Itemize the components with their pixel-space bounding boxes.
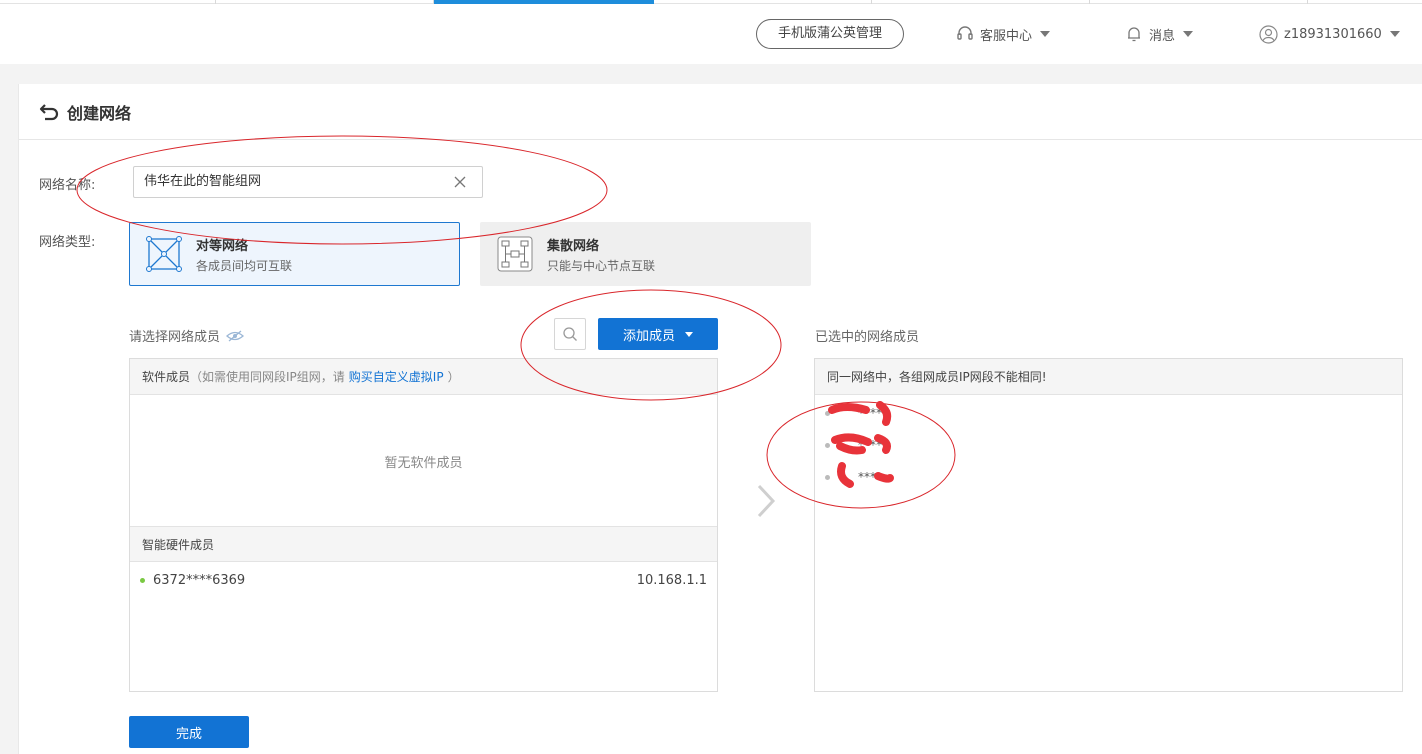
search-icon	[563, 327, 577, 341]
network-type-mesh-option[interactable]: 对等网络 各成员间均可互联	[129, 222, 460, 286]
online-status-dot	[140, 577, 145, 583]
back-arrow-icon[interactable]	[39, 102, 61, 122]
chevron-down-icon	[685, 331, 693, 337]
selected-member-id: ****0	[858, 406, 890, 420]
done-button[interactable]: 完成	[129, 716, 249, 748]
member-status-dot	[825, 410, 830, 416]
member-status-dot	[825, 442, 830, 448]
selected-member-row[interactable]: ****	[825, 467, 882, 487]
user-menu[interactable]: z18931301660	[1259, 23, 1400, 45]
search-button[interactable]	[554, 318, 586, 350]
top-header: 手机版蒲公英管理 客服中心 消息 z18931301660	[0, 4, 1422, 64]
panel-header: 创建网络	[19, 84, 1422, 140]
add-member-label: 添加成员	[622, 328, 675, 344]
available-members-box: 软件成员 （如需使用同网段IP组网，请 购买自定义虚拟IP ） 暂无软件成员 智…	[129, 358, 718, 692]
hardware-member-row[interactable]: 6372****6369 10.168.1.1	[130, 569, 717, 591]
software-members-header: 软件成员 （如需使用同网段IP组网，请 购买自定义虚拟IP ）	[130, 359, 717, 395]
mobile-admin-button[interactable]: 手机版蒲公英管理	[756, 19, 904, 49]
mesh-option-title: 对等网络	[196, 238, 249, 254]
support-center-menu[interactable]: 客服中心	[956, 23, 1051, 45]
hub-option-title: 集散网络	[547, 238, 600, 254]
selected-member-row[interactable]: ****0	[825, 403, 890, 423]
chevron-down-icon	[1389, 31, 1400, 37]
hardware-member-ip: 10.168.1.1	[636, 572, 707, 588]
hardware-member-id: 6372****6369	[153, 572, 246, 588]
software-members-empty: 暂无软件成员	[384, 455, 463, 471]
network-name-value: 伟华在此的智能组网	[144, 174, 262, 189]
software-members-title: 软件成员	[142, 370, 191, 384]
chevron-down-icon	[1183, 31, 1194, 37]
selected-member-row[interactable]: ****0	[825, 435, 890, 455]
member-status-dot	[825, 474, 830, 480]
eye-hidden-icon[interactable]	[226, 330, 245, 342]
chevron-down-icon	[1040, 31, 1051, 37]
hub-option-desc: 只能与中心节点互联	[547, 258, 656, 273]
selected-members-box: 同一网络中，各组网成员IP网段不能相同! ****0 ****0 ****	[814, 358, 1403, 692]
messages-label: 消息	[1149, 28, 1176, 44]
user-avatar-icon	[1259, 24, 1278, 44]
create-network-panel: 创建网络 网络名称: 伟华在此的智能组网 网络类型: 对等网络 各成员间均可互联	[18, 84, 1422, 754]
clear-icon[interactable]	[454, 176, 466, 188]
add-member-button[interactable]: 添加成员	[598, 318, 718, 350]
network-type-label: 网络类型:	[39, 235, 96, 250]
support-center-label: 客服中心	[980, 28, 1033, 44]
selected-member-id: ****0	[858, 438, 890, 452]
network-name-input[interactable]: 伟华在此的智能组网	[133, 166, 483, 198]
buy-virtual-ip-link[interactable]: 购买自定义虚拟IP	[349, 368, 444, 385]
chevron-right-icon	[757, 484, 776, 518]
software-members-note-prefix: （如需使用同网段IP组网，请	[190, 370, 345, 384]
choose-members-text: 请选择网络成员	[129, 330, 221, 345]
username-label: z18931301660	[1284, 26, 1382, 42]
bell-icon	[1128, 27, 1140, 42]
choose-members-label: 请选择网络成员	[129, 326, 245, 345]
software-members-note-suffix: ）	[447, 370, 460, 384]
selected-members-label: 已选中的网络成员	[815, 330, 920, 345]
page-title: 创建网络	[67, 103, 132, 123]
messages-menu[interactable]: 消息	[1125, 23, 1194, 45]
selected-members-notice: 同一网络中，各组网成员IP网段不能相同!	[815, 359, 1402, 395]
network-name-label: 网络名称:	[39, 178, 96, 193]
mesh-option-desc: 各成员间均可互联	[196, 258, 293, 273]
hub-network-icon	[497, 236, 533, 272]
mesh-network-icon	[146, 236, 182, 272]
headset-icon	[957, 26, 973, 40]
hardware-members-header: 智能硬件成员	[130, 526, 717, 562]
selected-member-id: ****	[858, 470, 882, 484]
network-type-hub-option[interactable]: 集散网络 只能与中心节点互联	[480, 222, 811, 286]
